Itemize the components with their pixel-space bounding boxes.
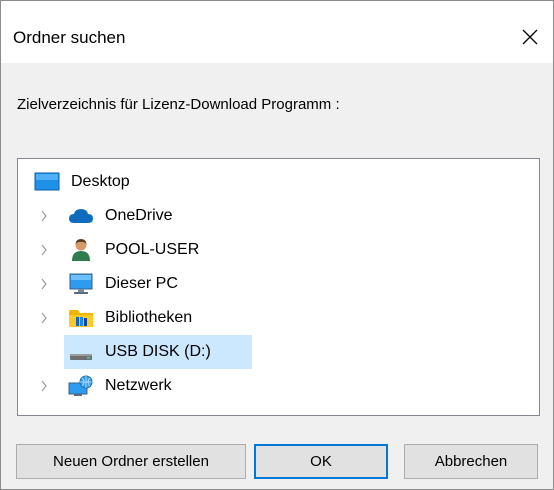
- close-icon: [522, 29, 538, 45]
- tree-item-pool-user[interactable]: POOL-USER: [18, 233, 258, 267]
- tree-item-libraries[interactable]: Bibliotheken: [18, 301, 258, 335]
- tree-item-onedrive[interactable]: OneDrive: [18, 199, 238, 233]
- tree-item-label: Bibliotheken: [105, 309, 193, 326]
- close-button[interactable]: [507, 19, 553, 55]
- tree-item-label: Desktop: [71, 173, 130, 190]
- ok-button[interactable]: OK: [254, 444, 388, 479]
- tree-item-network[interactable]: Netzwerk: [18, 369, 238, 403]
- chevron-right-icon[interactable]: [38, 379, 50, 393]
- dialog-title: Ordner suchen: [13, 28, 126, 47]
- user-icon: [68, 239, 94, 261]
- tree-item-usb-disk[interactable]: USB DISK (D:): [64, 335, 252, 369]
- folder-browse-dialog: Ordner suchen Zielverzeichnis für Lizenz…: [0, 0, 554, 490]
- tree-item-label: Netzwerk: [105, 377, 172, 394]
- cloud-icon: [68, 205, 94, 227]
- chevron-right-icon[interactable]: [38, 311, 50, 325]
- folder-tree[interactable]: Desktop OneDrive POOL-USER Dieser PC Bib…: [17, 158, 540, 416]
- computer-icon: [68, 273, 94, 295]
- chevron-right-icon[interactable]: [38, 243, 50, 257]
- instruction-text: Zielverzeichnis für Lizenz-Download Prog…: [17, 96, 340, 113]
- network-icon: [68, 375, 94, 397]
- chevron-right-icon[interactable]: [38, 209, 50, 223]
- tree-item-this-pc[interactable]: Dieser PC: [18, 267, 238, 301]
- usb-drive-icon: [68, 341, 94, 363]
- cancel-button[interactable]: Abbrechen: [404, 444, 538, 479]
- desktop-icon: [34, 171, 60, 193]
- tree-item-desktop[interactable]: Desktop: [18, 165, 218, 199]
- library-folder-icon: [68, 307, 94, 329]
- tree-item-label: OneDrive: [105, 207, 173, 224]
- chevron-right-icon[interactable]: [38, 277, 50, 291]
- new-folder-button[interactable]: Neuen Ordner erstellen: [16, 444, 246, 479]
- tree-item-label: POOL-USER: [105, 241, 200, 258]
- title-bar: Ordner suchen: [1, 1, 553, 63]
- tree-item-label: USB DISK (D:): [105, 343, 211, 360]
- tree-item-label: Dieser PC: [105, 275, 178, 292]
